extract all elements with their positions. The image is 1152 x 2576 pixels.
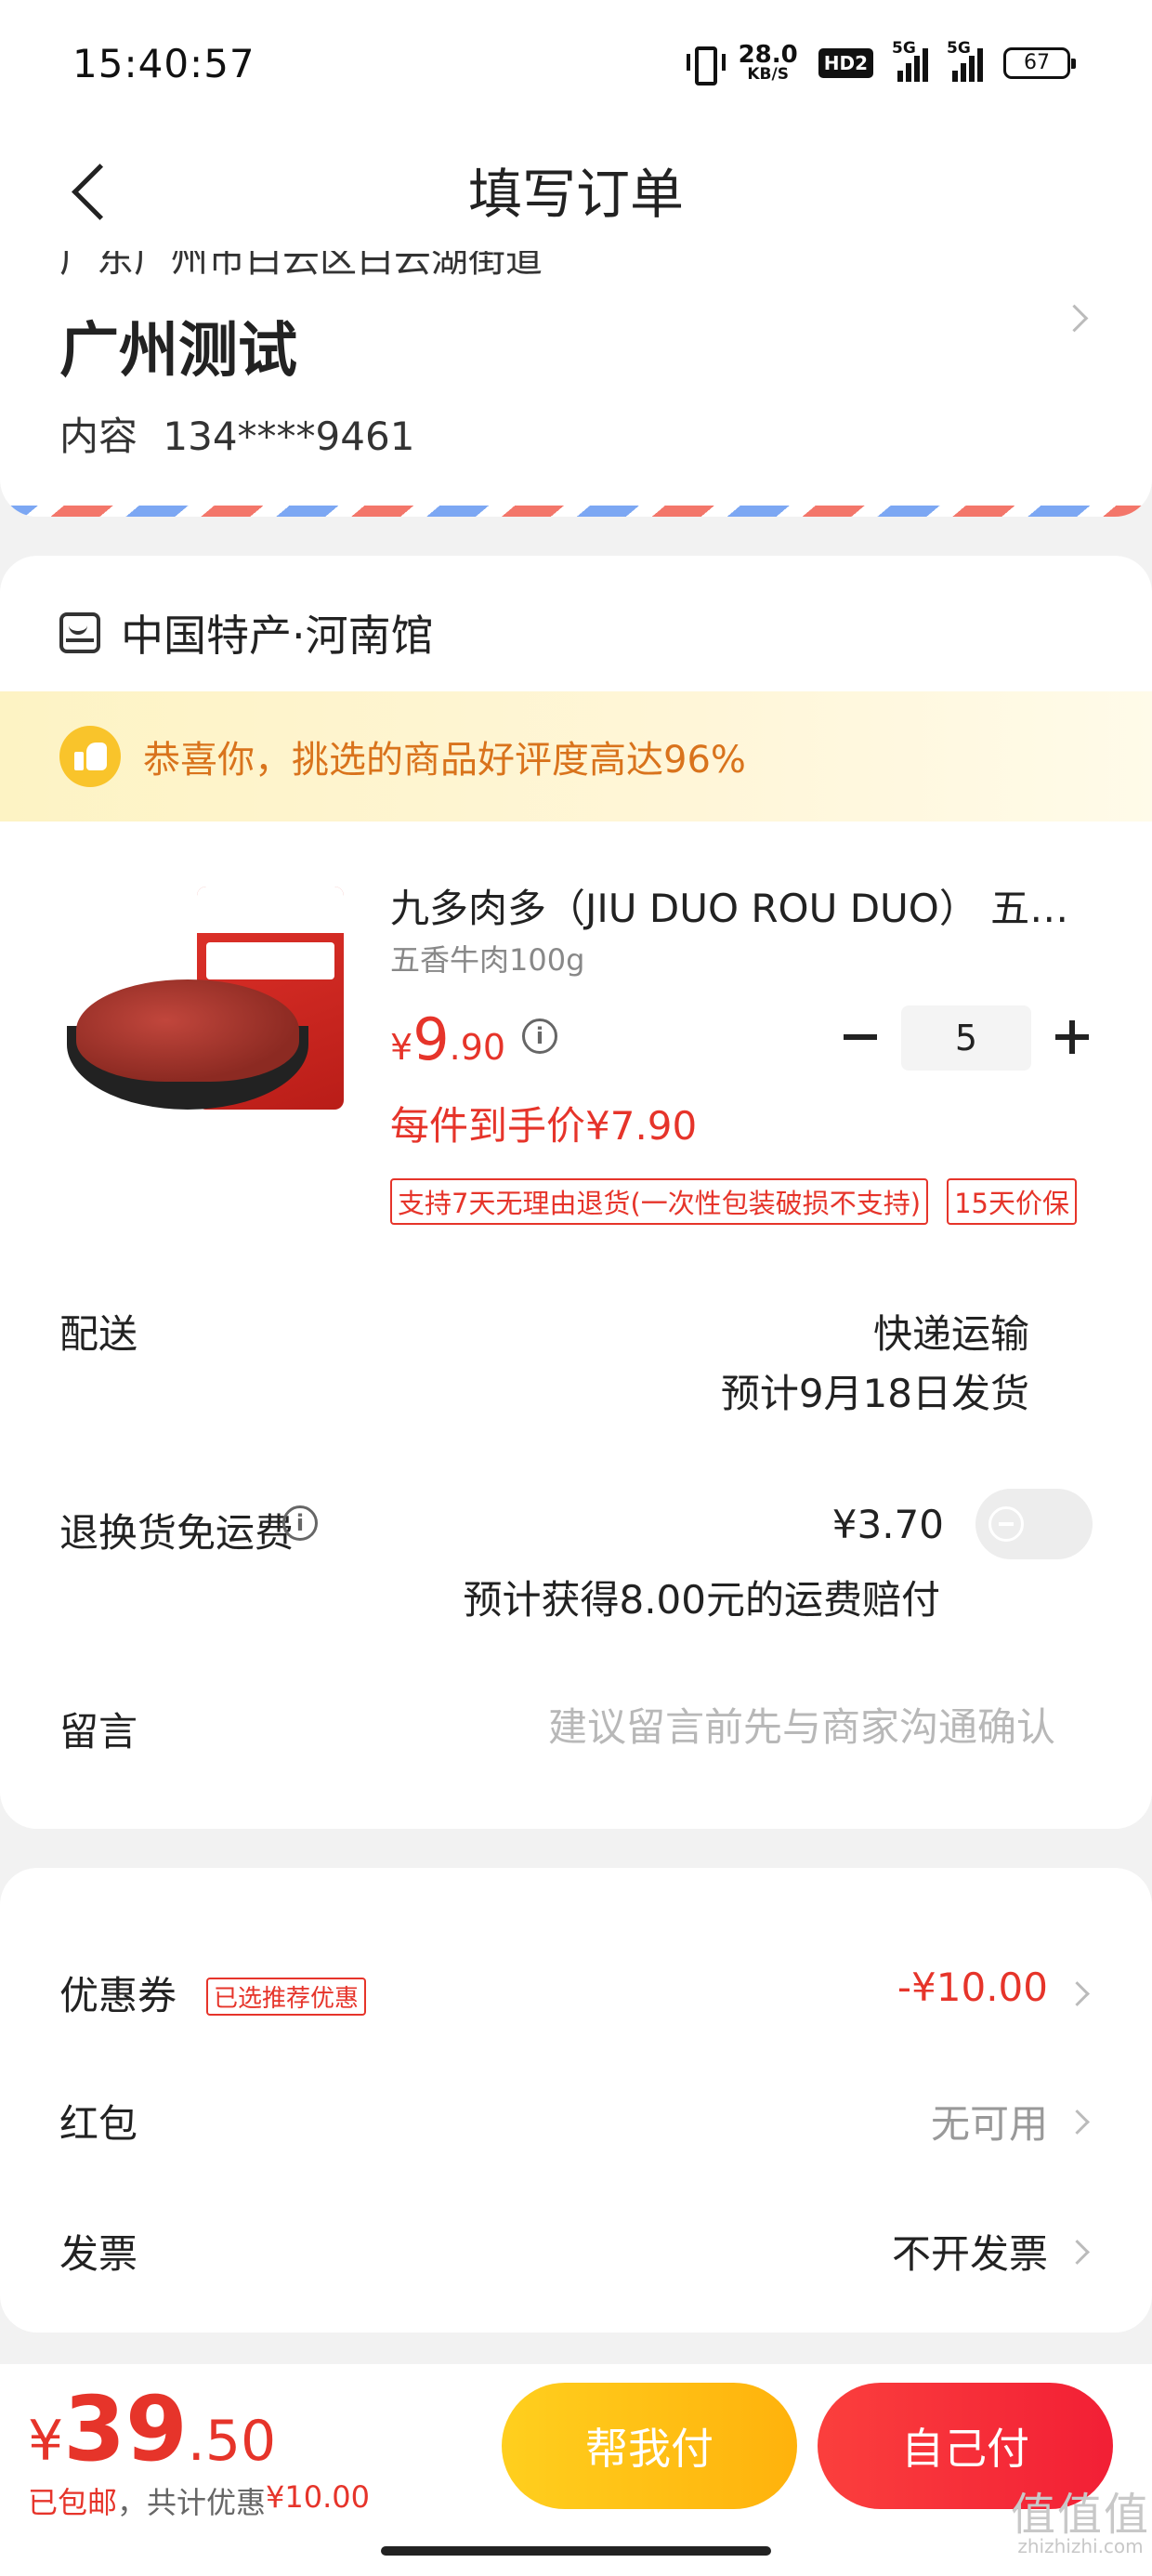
network-speed-unit: KB/S [747, 65, 789, 84]
signal-label-2: 5G [947, 38, 971, 58]
redpacket-label: 红包 [59, 2101, 138, 2147]
battery-level: 67 [1024, 51, 1050, 74]
price-decimal: .90 [449, 1027, 506, 1068]
contact-label: 内容 [59, 414, 138, 459]
invoice-label: 发票 [59, 2231, 138, 2277]
network-speed-value: 28.0 [738, 41, 798, 69]
delivery-label: 配送 [59, 1311, 138, 1357]
message-label: 留言 [59, 1709, 138, 1755]
info-icon[interactable]: i [522, 1019, 557, 1054]
compensation-note: 预计获得8.00元的运费赔付 [463, 1577, 940, 1623]
total-decimal: .50 [187, 2409, 277, 2474]
address-line: 广东广州市白云区白云湖街道 [59, 251, 543, 281]
coupon-label: 优惠券 [59, 1973, 177, 2018]
product-image[interactable] [59, 877, 357, 1156]
store-name: 中国特产·河南馆 [121, 611, 434, 661]
coupon-tag: 已选推荐优惠 [206, 1978, 367, 2016]
coupon-value: -¥10.00 [897, 1965, 1048, 2010]
invoice-row[interactable]: 发票 不开发票 [0, 2189, 1152, 2301]
return-insurance-toggle[interactable] [975, 1489, 1093, 1559]
help-pay-button[interactable]: 帮我付 [502, 2383, 797, 2509]
watermark-url: zhizhizhi.com [1017, 2535, 1144, 2557]
thumbs-up-icon [59, 726, 121, 787]
redpacket-value: 无可用 [930, 2101, 1048, 2147]
signal-5g-icon-2: 5G [947, 39, 983, 82]
product-name[interactable]: 九多肉多（JIU DUO ROU DUO） 五香牛肉100g [390, 877, 1096, 934]
product-price: ¥ 9 .90 [390, 1005, 505, 1073]
price-symbol: ¥ [390, 1027, 413, 1068]
discount-label: ，共计优惠 [117, 2485, 267, 2520]
recipient-phone: 134****9461 [163, 414, 415, 459]
quantity-value[interactable]: 5 [901, 1005, 1031, 1071]
toggle-knob [988, 1506, 1024, 1542]
free-shipping: 已包邮 [28, 2485, 118, 2520]
hd-badge: HD2 [818, 47, 873, 78]
invoice-value: 不开发票 [891, 2231, 1048, 2277]
final-unit-price: 每件到手价¥7.90 [390, 1103, 698, 1149]
bottom-bar: ¥ 39 .50 已包邮 ，共计优惠 ¥10.00 帮我付 自己付 值值值 zh… [0, 2364, 1152, 2576]
total-symbol: ¥ [28, 2409, 64, 2474]
chevron-right-icon [1072, 2236, 1093, 2273]
benefits-card: 优惠券 已选推荐优惠 -¥10.00 红包 无可用 发票 不开发票 [0, 1868, 1152, 2333]
praise-banner: 恭喜你，挑选的商品好评度高达96% [0, 691, 1152, 821]
praise-text: 恭喜你，挑选的商品好评度高达96% [143, 739, 746, 782]
quantity-stepper: 5 [842, 1005, 1091, 1071]
minus-icon[interactable] [842, 1005, 879, 1071]
delivery-eta: 预计9月18日发货 [720, 1371, 1029, 1416]
info-icon[interactable]: i [282, 1505, 318, 1541]
return-policy-tag: 支持7天无理由退货(一次性包装破损不支持) [390, 1178, 929, 1225]
watermark: 值值值 zhizhizhi.com [1011, 2492, 1150, 2556]
store-icon [59, 612, 100, 653]
recipient-name: 广州测试 [59, 317, 297, 386]
total-integer: 39 [63, 2377, 188, 2481]
status-icons: 28.0 KB/S HD2 5G 5G 67 [686, 39, 1076, 85]
signal-5g-icon: 5G [892, 39, 928, 82]
home-indicator[interactable] [381, 2546, 771, 2556]
status-bar: 15:40:57 28.0 KB/S HD2 5G 5G 67 [0, 0, 1152, 130]
policy-tags: 支持7天无理由退货(一次性包装破损不支持) 15天价保 [390, 1178, 1077, 1225]
discount-value: ¥10.00 [266, 2479, 370, 2515]
store-row[interactable]: 中国特产·河南馆 [59, 602, 434, 664]
total-price: ¥ 39 .50 [28, 2377, 276, 2481]
return-insurance-price: ¥3.70 [831, 1502, 944, 1547]
chevron-right-icon [1072, 2106, 1093, 2143]
signal-label: 5G [892, 38, 916, 58]
delivery-method[interactable]: 快递运输 [873, 1303, 1029, 1360]
order-card: 中国特产·河南馆 恭喜你，挑选的商品好评度高达96% 九多肉多（JIU DUO … [0, 556, 1152, 1829]
vibrate-icon [686, 45, 726, 85]
page-title: 填写订单 [467, 163, 684, 226]
plus-icon[interactable] [1054, 1005, 1091, 1071]
address-card[interactable]: 广东广州市白云区白云湖街道 广州测试 内容 134****9461 [0, 251, 1152, 517]
redpacket-row[interactable]: 红包 无可用 [0, 2059, 1152, 2171]
product-spec: 五香牛肉100g [390, 942, 585, 978]
nav-bar: 填写订单 [0, 130, 1152, 251]
price-protect-tag: 15天价保 [947, 1178, 1077, 1225]
airmail-border [0, 506, 1152, 517]
product-meat [76, 979, 299, 1082]
recipient-contact: 内容 134****9461 [59, 405, 414, 462]
network-speed: 28.0 KB/S [739, 43, 798, 83]
chevron-right-icon [1065, 292, 1093, 348]
chevron-right-icon [1072, 1978, 1093, 2015]
coupon-row[interactable]: 优惠券 已选推荐优惠 -¥10.00 [0, 1931, 1152, 2043]
message-input[interactable] [386, 1699, 1055, 1755]
return-insurance-label: 退换货免运费 [59, 1510, 295, 1556]
status-time: 15:40:57 [72, 41, 255, 86]
watermark-logo: 值值值 [1011, 2489, 1151, 2541]
total-note: 已包邮 ，共计优惠 ¥10.00 [28, 2479, 370, 2522]
battery-icon: 67 [1003, 46, 1076, 79]
price-integer: 9 [412, 1005, 450, 1073]
